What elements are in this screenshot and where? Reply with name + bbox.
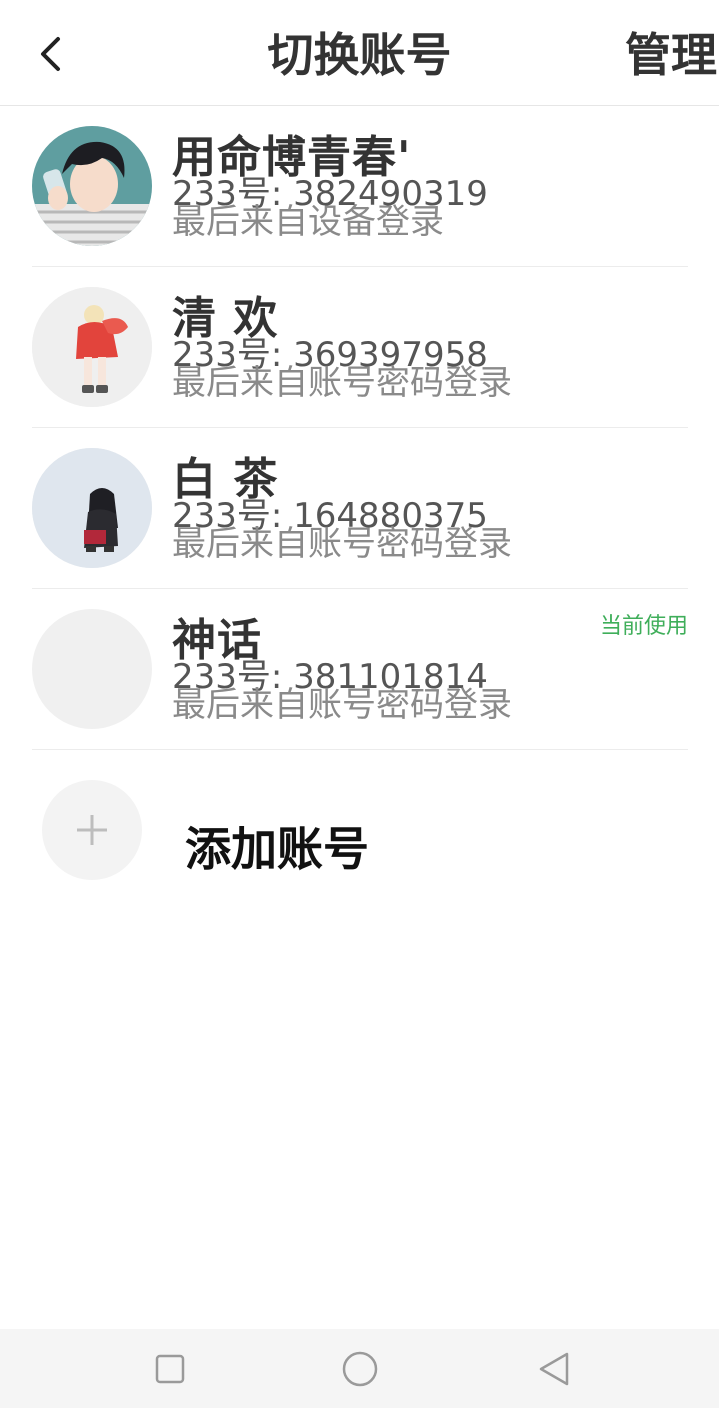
circle-icon (342, 1351, 378, 1387)
add-account-label: 添加账号 (185, 822, 369, 876)
account-row[interactable]: 白 茶 233号: 164880375 最后来自账号密码登录 (32, 428, 688, 589)
add-account-button[interactable]: 添加账号 (42, 780, 682, 880)
header-bar: 切换账号 管理 (0, 0, 719, 106)
plus-icon (77, 815, 107, 845)
system-navigation-bar (0, 1329, 719, 1408)
dark-hair-figure-avatar (32, 448, 152, 568)
boy-portrait-avatar (32, 126, 152, 246)
account-row[interactable]: 神话 233号: 381101814 最后来自账号密码登录 当前使用 (32, 589, 688, 750)
add-account-circle[interactable] (42, 780, 142, 880)
recent-apps-button[interactable] (150, 1349, 190, 1389)
home-button[interactable] (340, 1349, 380, 1389)
square-icon (155, 1354, 185, 1384)
account-last-login: 最后来自账号密码登录 (172, 363, 512, 403)
account-row[interactable]: 清 欢 233号: 369397958 最后来自账号密码登录 (32, 267, 688, 428)
account-list: 用命博青春' 233号: 382490319 最后来自设备登录 清 欢 233号… (32, 106, 688, 750)
account-last-login: 最后来自账号密码登录 (172, 685, 512, 725)
current-account-badge: 当前使用 (599, 614, 688, 639)
page-title: 切换账号 (267, 28, 452, 82)
girl-red-outfit-avatar (32, 287, 152, 407)
triangle-back-icon (539, 1352, 569, 1386)
manage-button[interactable]: 管理 (625, 26, 717, 84)
account-row[interactable]: 用命博青春' 233号: 382490319 最后来自设备登录 (32, 106, 688, 267)
account-last-login: 最后来自账号密码登录 (172, 524, 512, 564)
account-last-login: 最后来自设备登录 (172, 202, 444, 242)
system-back-button[interactable] (534, 1349, 574, 1389)
blank-avatar (32, 609, 152, 729)
